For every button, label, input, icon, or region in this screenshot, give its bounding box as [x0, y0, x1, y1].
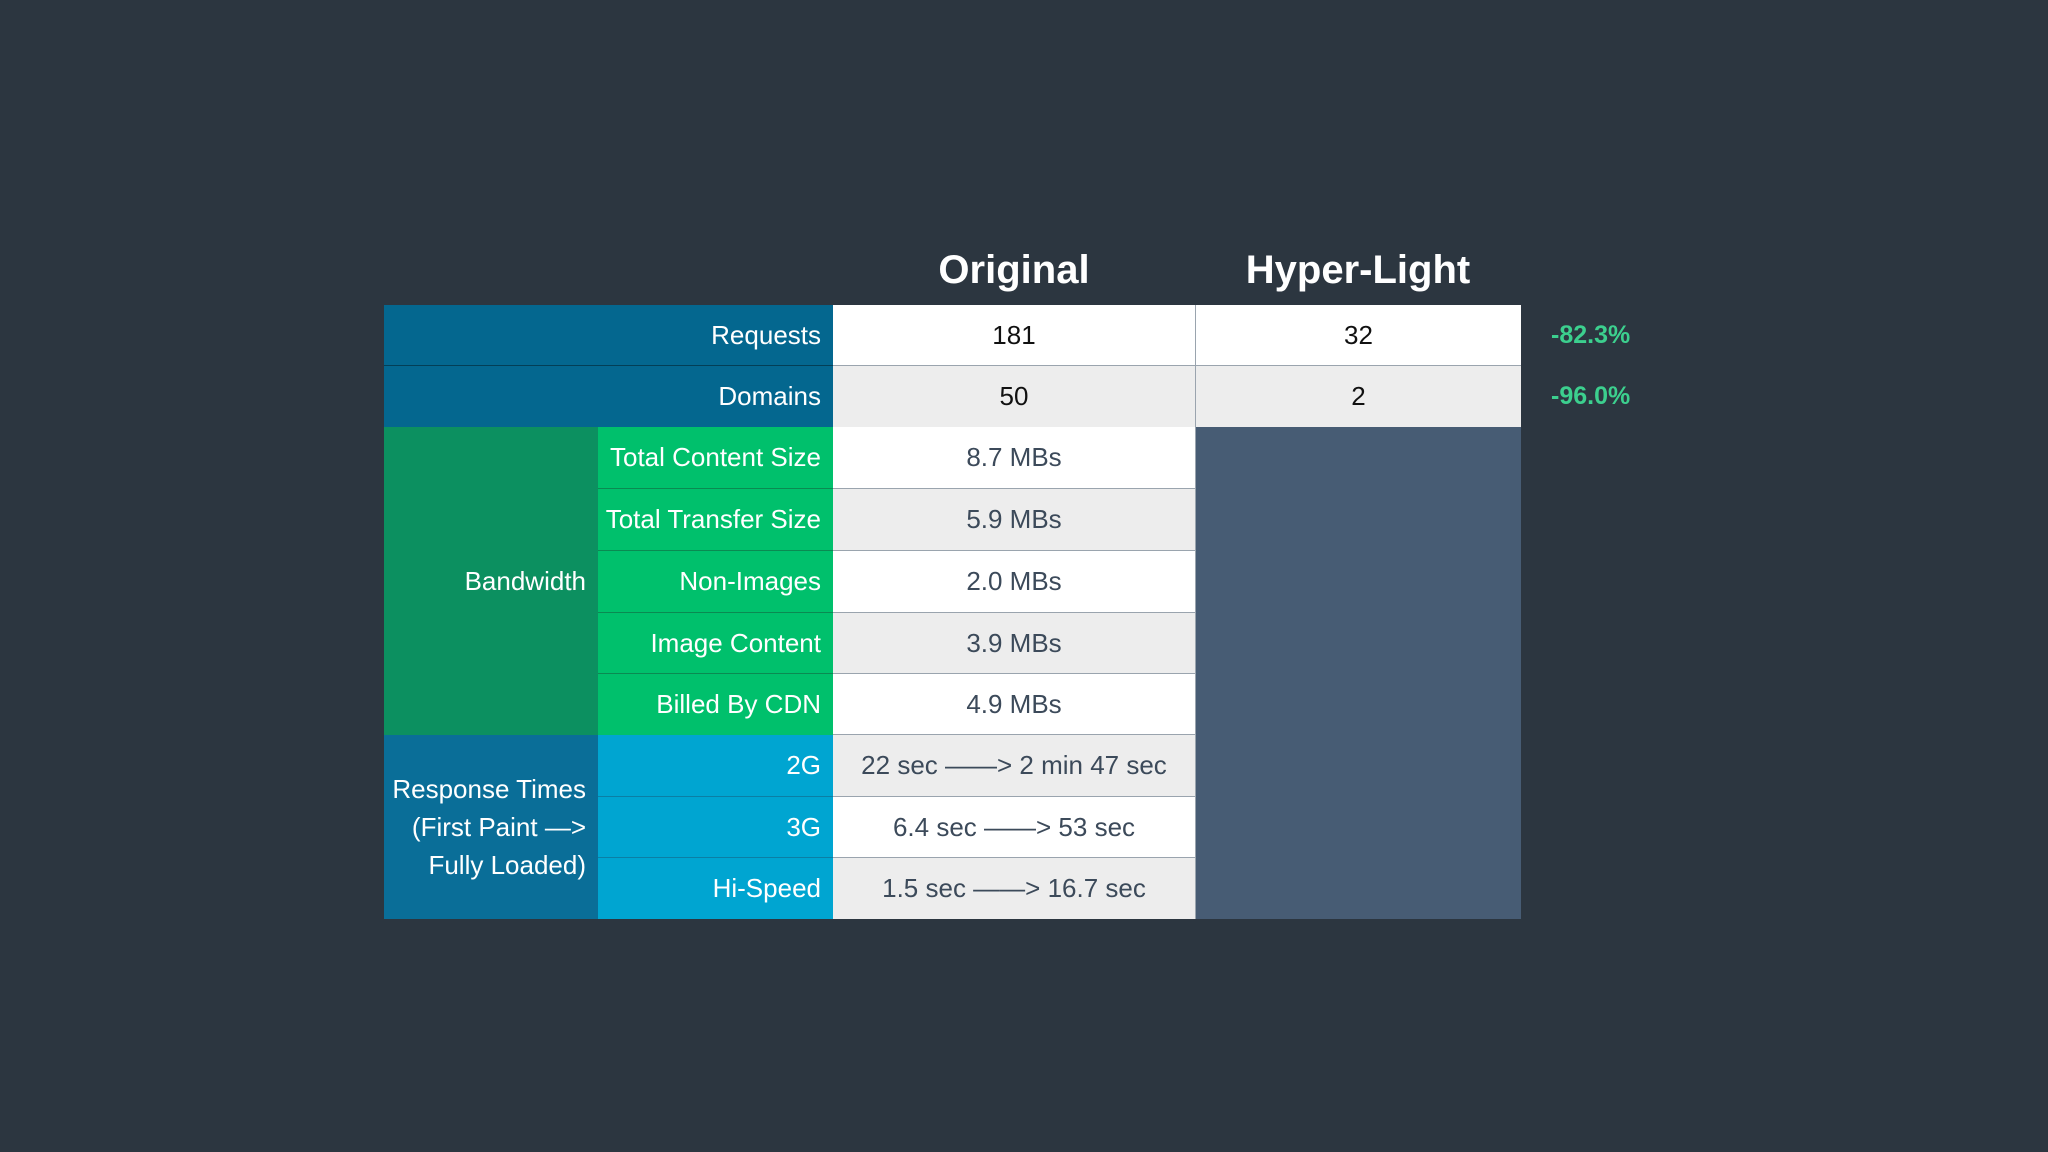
response-item-2g-label: 2G — [598, 735, 833, 797]
bandwidth-item-total-transfer-size-label: Total Transfer Size — [598, 489, 833, 551]
hyper-light-empty-block — [1196, 427, 1521, 919]
bandwidth-item-image-content-value: 3.9 MBs — [833, 613, 1196, 674]
domains-hyper-light-value: 2 — [1196, 366, 1521, 427]
bandwidth-item-billed-by-cdn-value: 4.9 MBs — [833, 674, 1196, 735]
response-item-3g-value: 6.4 sec ——> 53 sec — [833, 797, 1196, 858]
column-header-hyper-light: Hyper-Light — [1245, 248, 1471, 292]
bandwidth-item-non-images-label: Non-Images — [598, 551, 833, 613]
requests-hyper-light-value: 32 — [1196, 305, 1521, 366]
requests-original-value: 181 — [833, 305, 1196, 366]
response-item-hi-speed-label: Hi-Speed — [598, 858, 833, 919]
bandwidth-group-label: Bandwidth — [384, 427, 598, 735]
bandwidth-item-total-transfer-size-value: 5.9 MBs — [833, 489, 1196, 551]
column-header-original: Original — [938, 248, 1090, 292]
response-times-group-label: Response Times (First Paint —> Fully Loa… — [384, 735, 598, 919]
requests-change-percent: -82.3% — [1551, 321, 1631, 349]
response-times-label-line-3: Fully Loaded) — [428, 850, 586, 880]
response-item-3g-label: 3G — [598, 797, 833, 858]
domains-original-value: 50 — [833, 366, 1196, 427]
response-times-label-line-1: Response Times — [392, 774, 586, 804]
response-item-hi-speed-value: 1.5 sec ——> 16.7 sec — [833, 858, 1196, 919]
bandwidth-item-non-images-value: 2.0 MBs — [833, 551, 1196, 613]
bandwidth-item-image-content-label: Image Content — [598, 613, 833, 674]
domains-change-percent: -96.0% — [1551, 382, 1631, 410]
response-item-2g-value: 22 sec ——> 2 min 47 sec — [833, 735, 1196, 797]
row-label-domains: Domains — [384, 366, 833, 427]
row-label-requests: Requests — [384, 305, 833, 366]
response-times-label-line-2: (First Paint —> — [411, 812, 586, 842]
bandwidth-item-billed-by-cdn-label: Billed By CDN — [598, 674, 833, 735]
bandwidth-item-total-content-size-label: Total Content Size — [598, 427, 833, 489]
bandwidth-item-total-content-size-value: 8.7 MBs — [833, 427, 1196, 489]
